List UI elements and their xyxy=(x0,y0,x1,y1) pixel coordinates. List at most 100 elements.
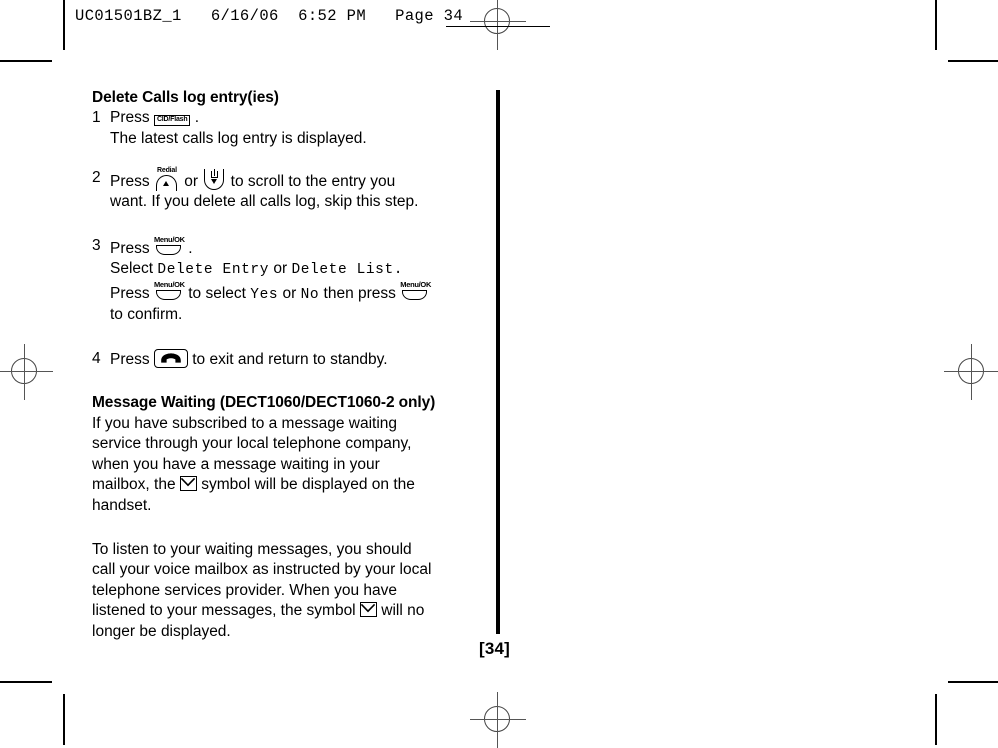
menu-ok-key-icon[interactable]: Menu/OK xyxy=(153,279,185,301)
paragraph-2-line-1: To listen to your waiting messages, you … xyxy=(92,540,412,558)
step-2: 2 Press Redial or to scroll to the entry… xyxy=(92,167,482,213)
crop-mark-top-left-vertical xyxy=(63,0,65,50)
step-1-press-label: Press xyxy=(110,109,150,127)
step-4-number: 4 xyxy=(92,349,101,367)
menu-ok-key-shape xyxy=(402,289,428,300)
paragraph-2-line-3: telephone services provider. When you ha… xyxy=(92,581,398,599)
handset-icon xyxy=(161,352,181,363)
crop-mark-bottom-left-vertical xyxy=(63,694,65,745)
step-4-tail: to exit and return to standby. xyxy=(192,350,388,368)
step-4-body: Press to exit and return to standby. xyxy=(110,348,482,371)
step-2-body: Press Redial or to scroll to the entry y… xyxy=(110,167,482,213)
menu-ok-key-icon[interactable]: Menu/OK xyxy=(400,280,431,301)
crop-mark-bottom-left-horizontal xyxy=(0,681,52,683)
step-3-line-1: Press Menu/OK . xyxy=(110,234,482,260)
step-1-line-1: Press CID/Flash . xyxy=(110,108,482,129)
menu-ok-key-shape xyxy=(155,244,181,255)
step-3-body: Press Menu/OK . Select Delete Entry or D… xyxy=(110,234,482,326)
cid-flash-key-icon[interactable]: CID/Flash xyxy=(153,115,191,127)
envelope-flap-icon xyxy=(361,603,376,613)
registration-vertical-line xyxy=(497,692,498,748)
message-waiting-title: Message Waiting (DECT1060/DECT1060-2 onl… xyxy=(92,394,436,412)
step-1-number: 1 xyxy=(92,109,101,127)
step-3-select-label: Select xyxy=(110,260,154,278)
menu-ok-key-shape xyxy=(155,289,181,300)
menu-option-delete-entry: Delete Entry xyxy=(157,262,270,279)
registration-mark-left xyxy=(0,344,53,400)
paragraph-1-line-4: mailbox, the symbol will be displayed on… xyxy=(92,475,482,496)
menu-option-yes: Yes xyxy=(250,286,279,303)
column-rule xyxy=(496,90,500,634)
paragraph-2-line-4-pre: listened to your messages, the symbol xyxy=(92,602,356,620)
paragraph-1-line-2: service through your local telephone com… xyxy=(92,435,412,453)
down-arrow-icon xyxy=(210,178,217,184)
registration-horizontal-line xyxy=(0,371,53,372)
step-1-detail: The latest calls log entry is displayed. xyxy=(110,129,367,147)
step-3: 3 Press Menu/OK . Select Delete Entry or… xyxy=(92,234,482,326)
paragraph-2-line-2: call your voice mailbox as instructed by… xyxy=(92,561,432,579)
paragraph-1-line-4-pre: mailbox, the xyxy=(92,476,176,494)
step-3-line-2: Select Delete Entry or Delete List. xyxy=(110,259,482,280)
paragraph-2-line-4: listened to your messages, the symbol wi… xyxy=(92,601,482,622)
registration-mark-bottom-center xyxy=(470,692,526,748)
print-slug-underline xyxy=(446,26,550,27)
step-3-number: 3 xyxy=(92,236,101,254)
step-2-number: 2 xyxy=(92,168,101,186)
paragraph-1-line-1: If you have subscribed to a message wait… xyxy=(92,414,398,432)
registration-mark-top-center xyxy=(470,0,526,50)
page-content: Delete Calls log entry(ies) 1 Press CID/… xyxy=(92,88,482,643)
step-1-period: . xyxy=(194,109,200,127)
paragraph-1-line-4-post: symbol will be displayed on the xyxy=(201,476,415,494)
paragraph-2-line-4-post: will no xyxy=(381,602,425,620)
step-3-to-select-label: to select xyxy=(188,284,246,302)
phonebook-icon xyxy=(210,169,218,178)
page-number: [34] xyxy=(479,639,511,658)
step-3-press-label: Press xyxy=(110,239,150,257)
registration-horizontal-line xyxy=(944,371,998,372)
registration-mark-right xyxy=(944,344,998,400)
crop-mark-bottom-right-vertical xyxy=(935,694,937,745)
paragraph-2-line-5: longer be displayed. xyxy=(92,623,231,641)
menu-ok-key-label: Menu/OK xyxy=(153,234,185,244)
registration-horizontal-line xyxy=(470,719,526,720)
step-2-or-label: or xyxy=(184,172,199,190)
phonebook-down-key-icon[interactable] xyxy=(202,168,226,191)
menu-ok-key-label: Menu/OK xyxy=(153,279,185,289)
message-waiting-paragraph-2: To listen to your waiting messages, you … xyxy=(92,540,482,643)
end-call-key-icon[interactable] xyxy=(153,348,188,368)
menu-option-delete-list: Delete List. xyxy=(291,262,404,279)
step-1-body: Press CID/Flash . The latest calls log e… xyxy=(110,108,482,149)
step-4-press-label: Press xyxy=(110,350,150,368)
registration-horizontal-line xyxy=(470,21,526,22)
message-waiting-paragraph-1: If you have subscribed to a message wait… xyxy=(92,414,482,517)
step-3-line-4: to confirm. xyxy=(110,305,183,323)
step-1: 1 Press CID/Flash . The latest calls log… xyxy=(92,108,482,149)
step-2-line-1: Press Redial or to scroll to the entry y… xyxy=(110,167,482,193)
step-2-tail: to scroll to the entry you xyxy=(230,172,396,190)
crop-mark-top-right-horizontal xyxy=(948,60,998,62)
crop-mark-bottom-right-horizontal xyxy=(948,681,998,683)
step-3-option-or: or xyxy=(273,260,288,278)
step-4-line-1: Press to exit and return to standby. xyxy=(110,348,482,371)
registration-vertical-line xyxy=(497,0,498,50)
registration-vertical-line xyxy=(24,344,25,400)
step-3-then-press-label: then press xyxy=(323,284,396,302)
step-2-detail: want. If you delete all calls log, skip … xyxy=(110,193,419,211)
menu-ok-key-icon[interactable]: Menu/OK xyxy=(153,234,185,256)
up-arrow-icon xyxy=(163,180,170,186)
paragraph-1-line-5: handset. xyxy=(92,497,152,515)
registration-vertical-line xyxy=(971,344,972,400)
crop-mark-top-left-horizontal xyxy=(0,60,52,62)
step-3-yesno-or: or xyxy=(282,284,297,302)
paragraph-1-line-3: when you have a message waiting in your xyxy=(92,455,380,473)
envelope-flap-icon xyxy=(181,477,196,487)
message-waiting-envelope-icon xyxy=(359,602,377,618)
redial-up-key-icon[interactable]: Redial xyxy=(154,167,180,191)
step-4: 4 Press to exit and return to standby. xyxy=(92,348,482,371)
page-title: Delete Calls log entry(ies) xyxy=(92,89,279,106)
